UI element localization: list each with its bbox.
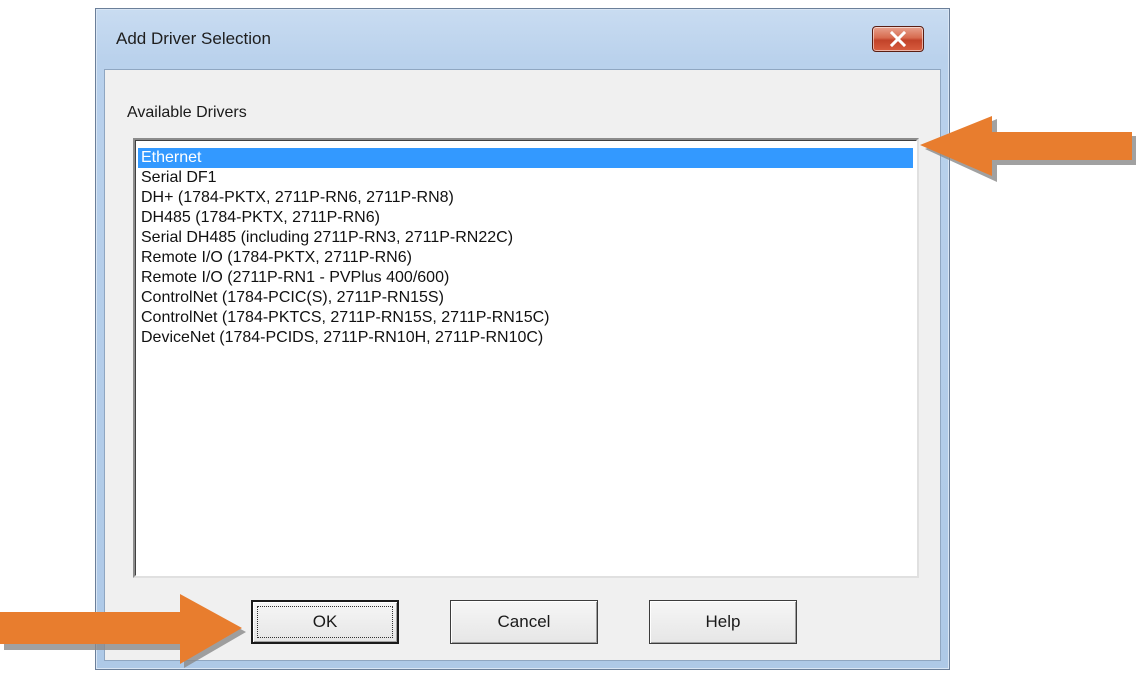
ethernet-pointer-arrow-icon xyxy=(920,116,1136,182)
drivers-listbox[interactable]: Ethernet Serial DF1 DH+ (1784-PKTX, 2711… xyxy=(133,138,919,578)
dialog-titlebar[interactable]: Add Driver Selection xyxy=(96,9,949,69)
available-drivers-label: Available Drivers xyxy=(127,104,247,121)
list-item-serial-df1[interactable]: Serial DF1 xyxy=(138,168,913,188)
cancel-button[interactable]: Cancel xyxy=(450,600,598,644)
list-item-dh-plus[interactable]: DH+ (1784-PKTX, 2711P-RN6, 2711P-RN8) xyxy=(138,188,913,208)
list-item-remote-io-rn1[interactable]: Remote I/O (2711P-RN1 - PVPlus 400/600) xyxy=(138,268,913,288)
list-item-ethernet[interactable]: Ethernet xyxy=(138,148,913,168)
list-item-dh485[interactable]: DH485 (1784-PKTX, 2711P-RN6) xyxy=(138,208,913,228)
close-button[interactable] xyxy=(872,26,924,52)
list-item-remote-io-pktx[interactable]: Remote I/O (1784-PKTX, 2711P-RN6) xyxy=(138,248,913,268)
dialog-body: Available Drivers Ethernet Serial DF1 DH… xyxy=(104,69,941,661)
list-item-devicenet[interactable]: DeviceNet (1784-PCIDS, 2711P-RN10H, 2711… xyxy=(138,328,913,348)
dialog-title: Add Driver Selection xyxy=(116,29,271,48)
add-driver-dialog: Add Driver Selection Available Drivers E… xyxy=(95,8,950,670)
list-item-serial-dh485[interactable]: Serial DH485 (including 2711P-RN3, 2711P… xyxy=(138,228,913,248)
ok-button[interactable]: OK xyxy=(251,600,399,644)
ok-pointer-arrow-icon xyxy=(0,594,246,668)
list-item-controlnet-pcics[interactable]: ControlNet (1784-PCIC(S), 2711P-RN15S) xyxy=(138,288,913,308)
help-button[interactable]: Help xyxy=(649,600,797,644)
list-item-controlnet-pktcs[interactable]: ControlNet (1784-PKTCS, 2711P-RN15S, 271… xyxy=(138,308,913,328)
close-icon xyxy=(889,31,907,47)
focus-rectangle xyxy=(257,606,393,638)
